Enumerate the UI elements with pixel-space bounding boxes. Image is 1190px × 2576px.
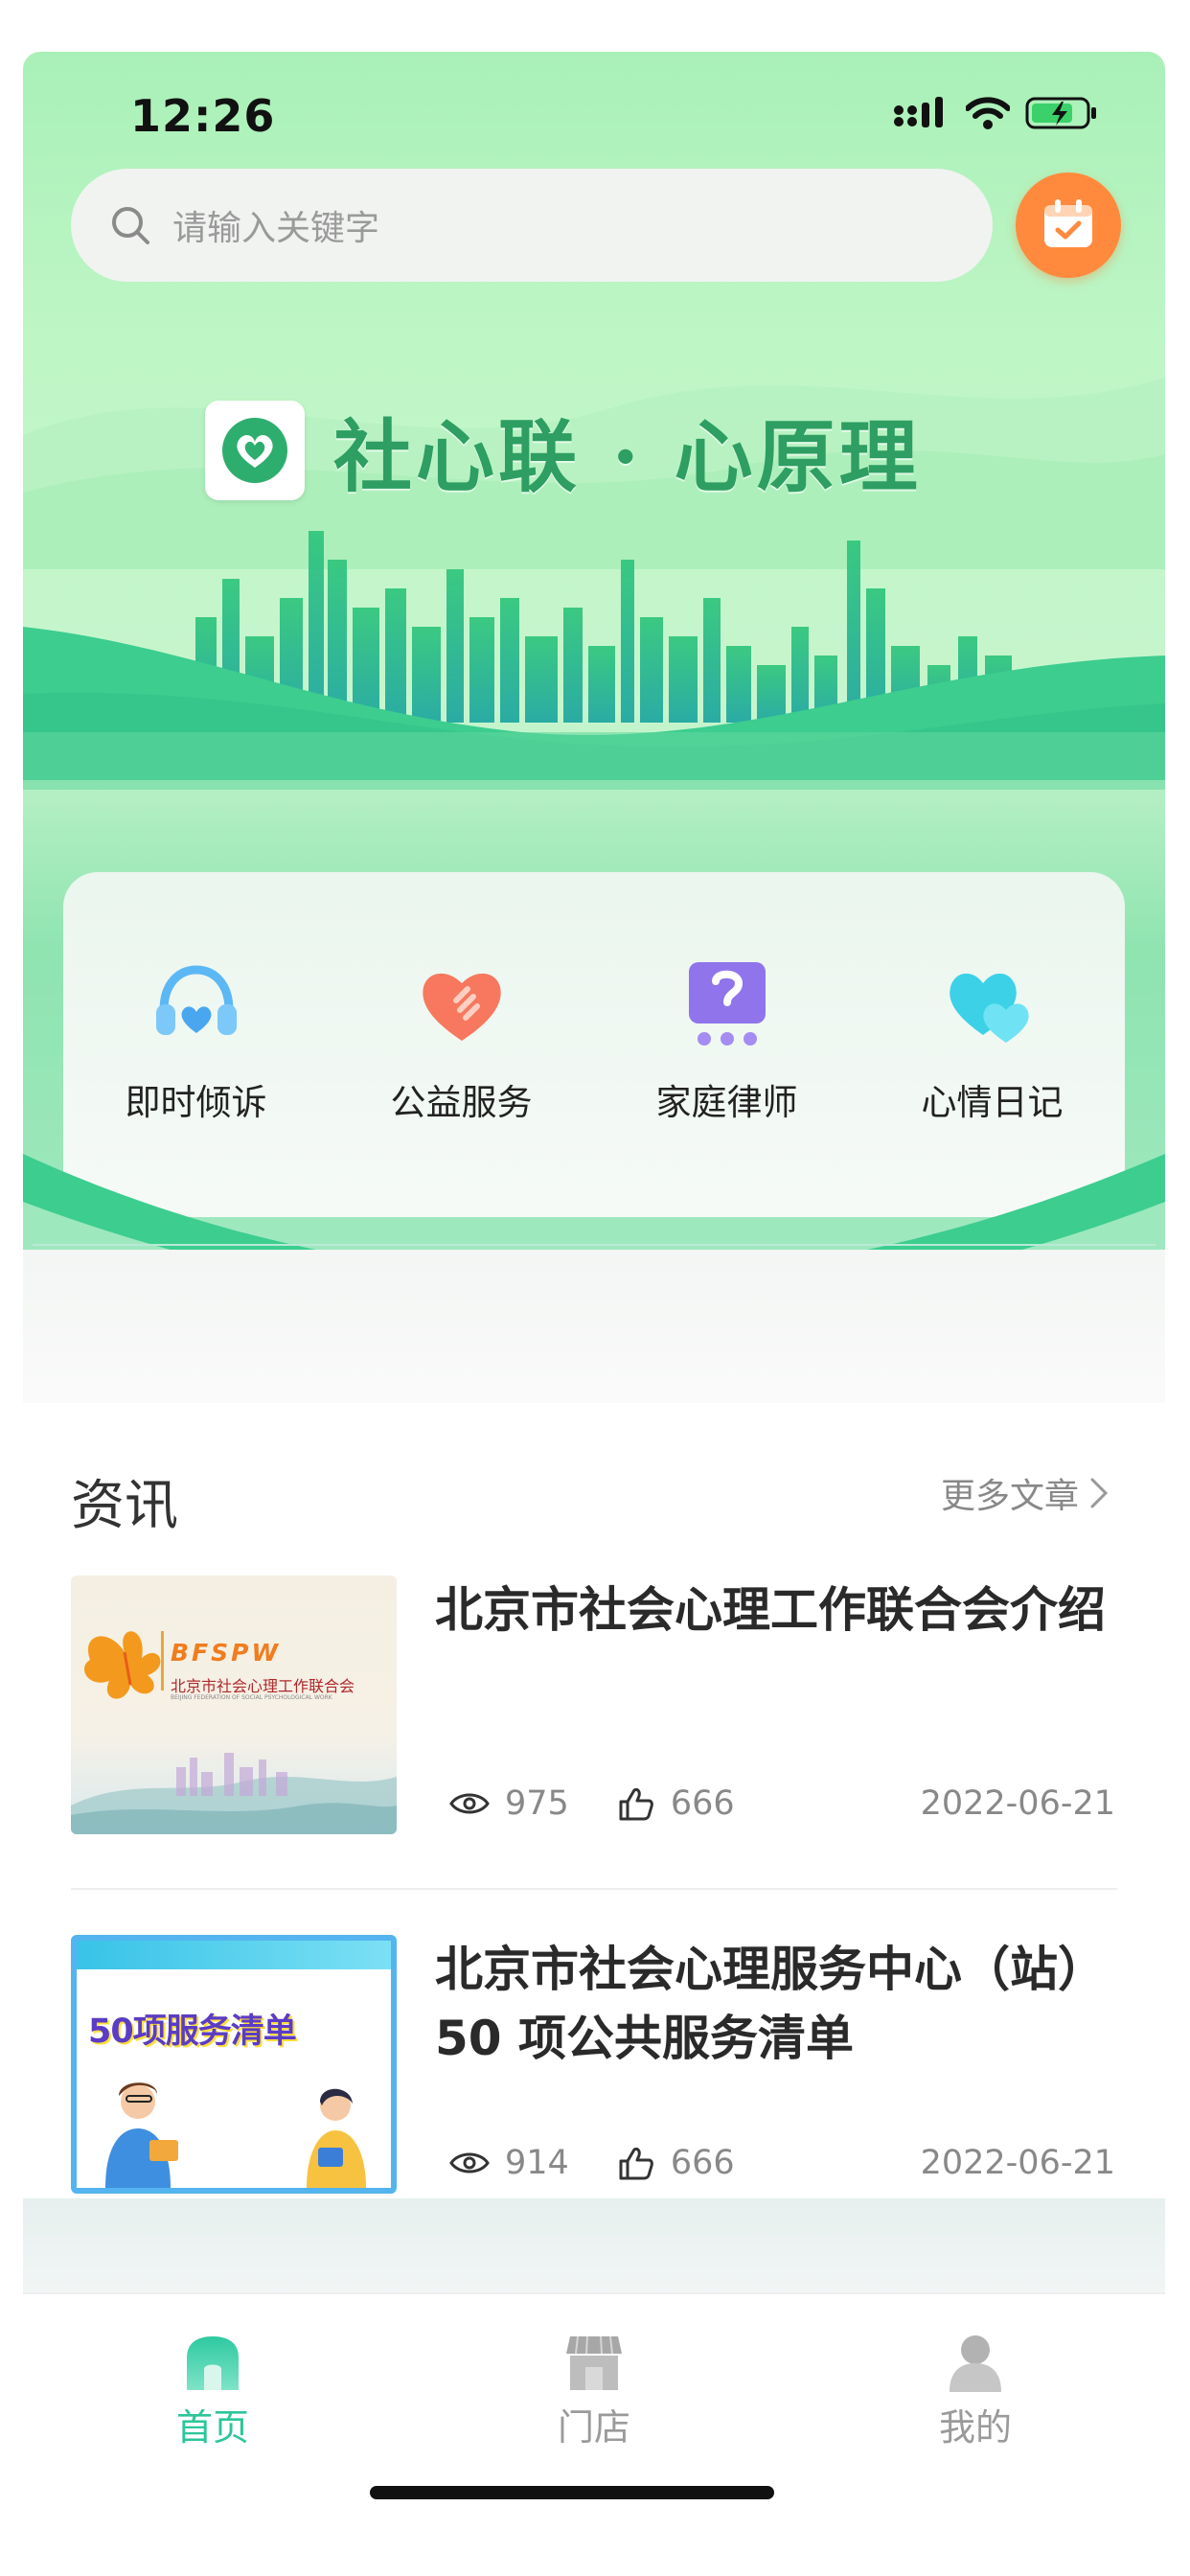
like-count-value: 666 xyxy=(670,1784,735,1823)
article-thumbnail: 50项服务清单 xyxy=(71,1935,397,2194)
hero-banner: 12:26 请输入关键字 社心联 · 心原理 即时倾诉 公益服务 家庭律师 心情… xyxy=(23,52,1165,1307)
brand-title: 社心联 · 心原理 xyxy=(333,411,922,503)
article-thumbnail: BFSPW 北京市社会心理工作联合会 BEIJING FEDERATION OF… xyxy=(71,1576,397,1834)
home-indicator[interactable] xyxy=(370,2486,774,2499)
user-icon xyxy=(950,2335,1001,2392)
tab-profile[interactable]: 我的 xyxy=(880,2333,1071,2450)
heart-logo-icon xyxy=(222,417,287,483)
article-date: 2022-06-21 xyxy=(920,1784,1115,1823)
article-date: 2022-06-21 xyxy=(920,2144,1115,2182)
thumbs-up-icon xyxy=(619,2148,653,2180)
hearts-icon xyxy=(949,973,1029,1043)
menu-item-public-service[interactable]: 公益服务 xyxy=(356,951,567,1125)
article-title: 北京市社会心理服务中心（站）50 项公共服务清单 xyxy=(435,1942,1106,2066)
lawyer-chat-icon xyxy=(688,962,766,1046)
tab-label: 门店 xyxy=(557,2406,630,2449)
news-section-title: 资讯 xyxy=(71,1475,178,1537)
people-illustration xyxy=(105,2082,366,2188)
article-meta: 975 666 2022-06-21 xyxy=(449,1784,1115,1823)
eye-icon xyxy=(449,1793,490,1814)
thumb-brand: BFSPW xyxy=(171,1639,282,1667)
article-divider xyxy=(71,1888,1117,1890)
status-icons xyxy=(893,96,1098,130)
calendar-button[interactable] xyxy=(1016,172,1121,278)
thumb-org-name-en: BEIJING FEDERATION OF SOCIAL PSYCHOLOGIC… xyxy=(171,1694,332,1701)
view-count: 975 xyxy=(449,1784,569,1823)
thumb-org-name: 北京市社会心理工作联合会 xyxy=(171,1677,355,1695)
article-title: 北京市社会心理工作联合会介绍 xyxy=(435,1582,1106,1638)
wifi-icon xyxy=(966,97,1010,129)
hand-heart-icon xyxy=(422,973,501,1041)
status-time: 12:26 xyxy=(130,90,276,142)
article-meta: 914 666 2022-06-21 xyxy=(449,2144,1115,2182)
search-bar[interactable]: 请输入关键字 xyxy=(71,169,993,282)
eye-icon xyxy=(449,2152,490,2174)
like-count[interactable]: 666 xyxy=(617,1784,735,1823)
news-section: 资讯 更多文章 BFSPW 北京市社会心理工作联合会 BEIJING FEDER… xyxy=(23,1403,1165,2266)
more-articles-link[interactable]: 更多文章 xyxy=(941,1468,1110,1518)
like-count-value: 666 xyxy=(670,2144,735,2182)
more-articles-label: 更多文章 xyxy=(940,1477,1079,1516)
tab-store[interactable]: 门店 xyxy=(498,2333,690,2450)
menu-label: 家庭律师 xyxy=(655,1082,798,1123)
view-count-value: 975 xyxy=(505,1784,569,1823)
thumbs-up-icon xyxy=(619,1788,653,1821)
search-icon xyxy=(112,207,149,244)
menu-item-family-lawyer[interactable]: 家庭律师 xyxy=(622,951,833,1125)
tab-label: 首页 xyxy=(175,2406,249,2449)
home-icon xyxy=(187,2336,239,2390)
divider-line xyxy=(33,1244,1156,1246)
search-placeholder: 请输入关键字 xyxy=(172,209,380,248)
bfspw-logo-icon xyxy=(71,1631,397,1834)
battery-icon xyxy=(1025,97,1096,129)
menu-label: 心情日记 xyxy=(921,1082,1064,1123)
store-icon xyxy=(566,2335,622,2390)
brand-logo xyxy=(205,400,305,500)
chevron-right-icon xyxy=(1090,1478,1109,1508)
brand-banner: 社心联 · 心原理 xyxy=(205,393,922,507)
menu-item-mood-diary[interactable]: 心情日记 xyxy=(887,951,1098,1125)
menu-label: 公益服务 xyxy=(390,1082,533,1123)
view-count: 914 xyxy=(449,2144,569,2182)
footer-band xyxy=(23,2198,1165,2304)
menu-item-instant-talk[interactable]: 即时倾诉 xyxy=(91,951,302,1125)
view-count-value: 914 xyxy=(505,2144,569,2182)
like-count[interactable]: 666 xyxy=(617,2144,735,2182)
section-spacer xyxy=(23,1250,1165,1403)
tab-label: 我的 xyxy=(938,2406,1012,2449)
app-screen: 12:26 请输入关键字 社心联 · 心原理 即时倾诉 公益服务 家庭律师 心情… xyxy=(23,52,1165,2576)
signal-icon xyxy=(894,97,943,127)
tab-home[interactable]: 首页 xyxy=(117,2333,309,2450)
menu-label: 即时倾诉 xyxy=(125,1082,267,1123)
hero-shadow-band xyxy=(23,732,1165,790)
article-item[interactable]: 50项服务清单 北京市社会心理服务中心（站）50 项公共服务清单 914 666… xyxy=(71,1935,1117,2222)
headphones-heart-icon xyxy=(155,965,237,1035)
calendar-icon xyxy=(1044,199,1092,247)
article-item[interactable]: BFSPW 北京市社会心理工作联合会 BEIJING FEDERATION OF… xyxy=(71,1576,1117,1863)
bottom-tab-bar: 首页 门店 我的 xyxy=(23,2292,1165,2576)
